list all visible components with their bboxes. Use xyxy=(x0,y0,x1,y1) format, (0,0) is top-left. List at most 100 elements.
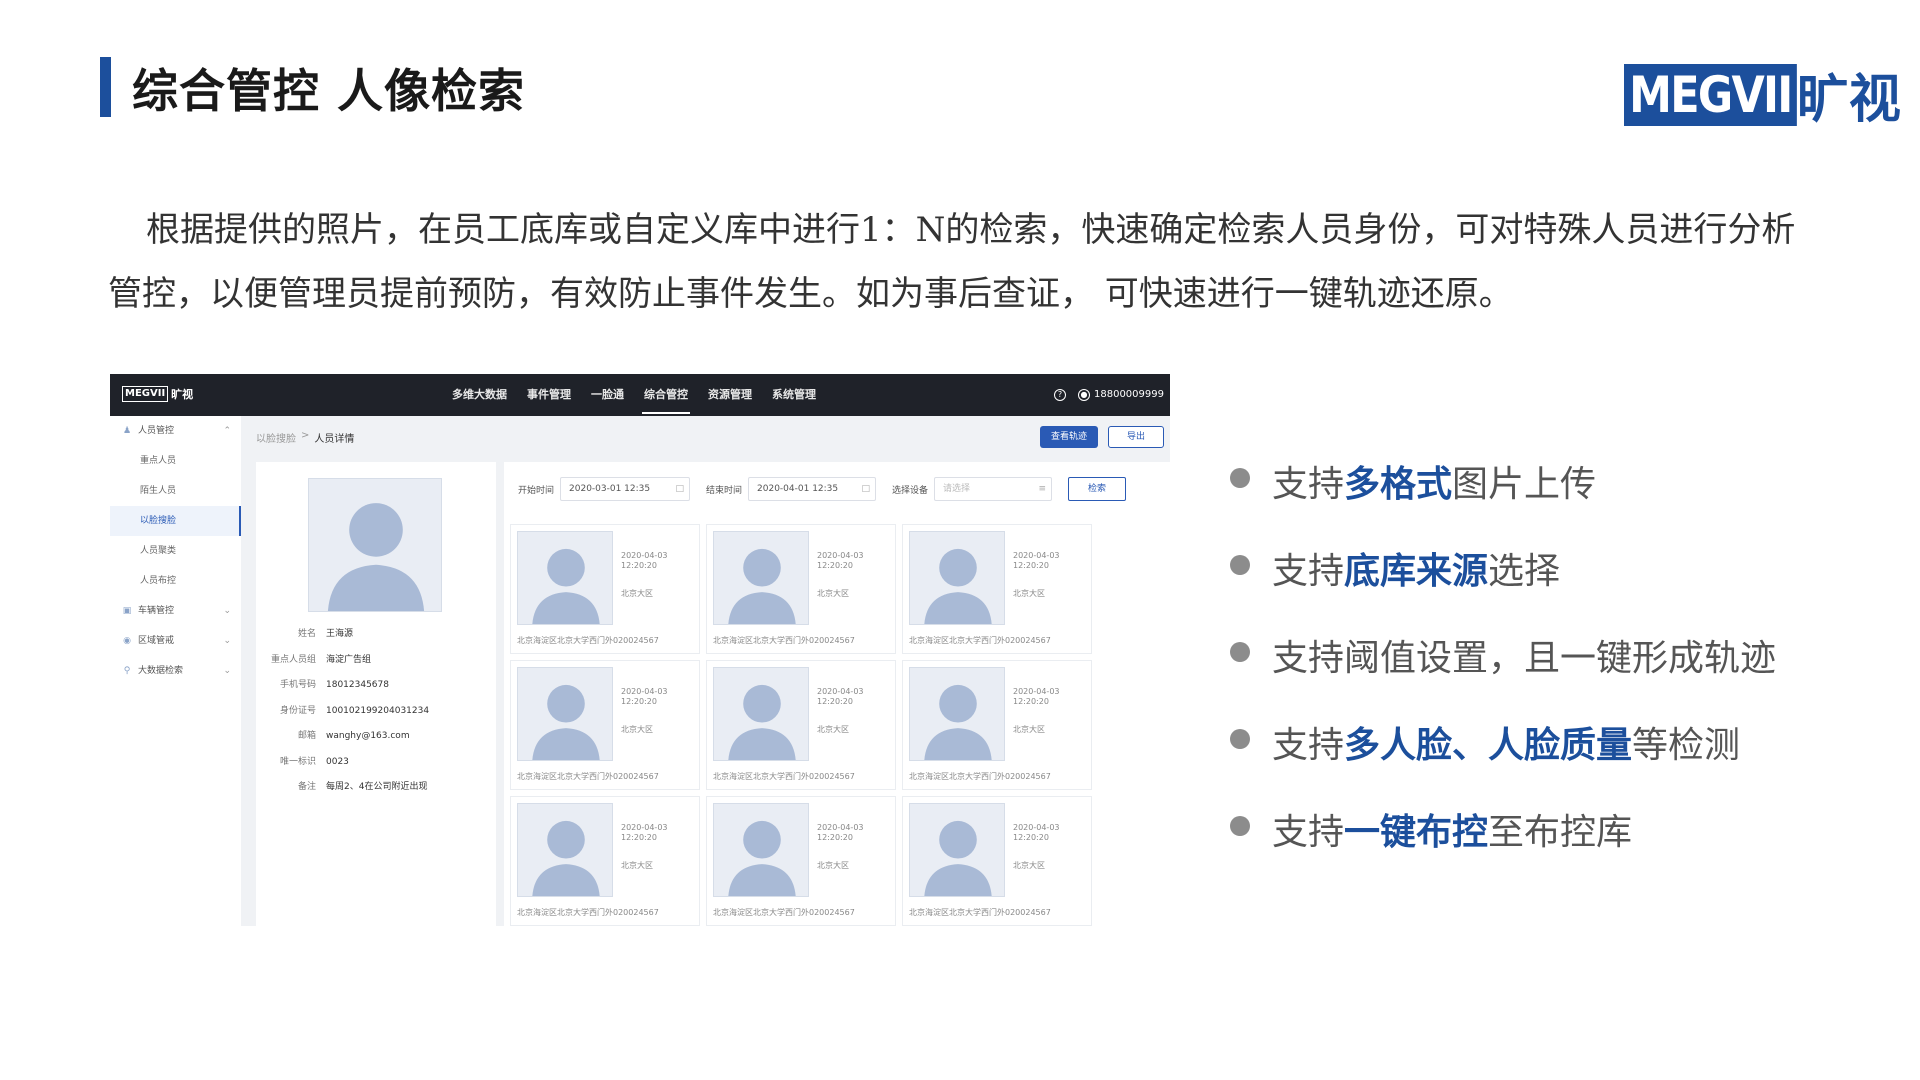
result-tile[interactable]: 2020-04-03 12:20:20 北京大区 北京海淀区北京大学西门外020024… xyxy=(510,660,700,790)
result-tile[interactable]: 2020-04-03 12:20:20 北京大区 北京海淀区北京大学西门外020024… xyxy=(706,660,896,790)
chevron-up-icon[interactable]: ⌃ xyxy=(223,416,231,446)
person-info-row: 唯一标识 0023 xyxy=(256,750,496,776)
face-thumbnail xyxy=(517,803,613,897)
nav-item[interactable]: 事件管理 xyxy=(517,374,581,416)
capture-meta: 2020-04-03 12:20:20 北京大区 xyxy=(1013,551,1089,599)
search-button[interactable]: 检索 xyxy=(1068,477,1127,501)
capture-date: 2020-04-03 xyxy=(621,823,668,832)
result-tile[interactable]: 2020-04-03 12:20:20 北京大区 北京海淀区北京大学西门外020024… xyxy=(902,660,1092,790)
capture-meta: 2020-04-03 12:20:20 北京大区 xyxy=(621,823,697,871)
start-time-label: 开始时间 xyxy=(518,485,555,496)
feature-item: 支持多人脸、人脸质量等检测 xyxy=(1230,716,1776,803)
capture-region: 北京大区 xyxy=(817,589,849,598)
face-thumbnail xyxy=(713,531,809,625)
result-tile[interactable]: 2020-04-03 12:20:20 北京大区北京海淀区北京大学西门外020024… xyxy=(902,524,1092,654)
face-thumbnail xyxy=(517,667,613,761)
chevron-down-icon[interactable]: ⌄ xyxy=(223,626,231,656)
result-tile[interactable]: 2020-04-03 12:20:20 北京大区北京海淀区北京大学西门外020024… xyxy=(510,796,700,926)
view-track-button[interactable]: 查看轨迹 xyxy=(1040,426,1098,448)
capture-region: 北京大区 xyxy=(621,861,653,870)
field-value: wanghy@163.com xyxy=(326,731,410,741)
question-icon[interactable]: ? xyxy=(1054,389,1066,401)
capture-address: 北京海淀区北京大学西门外020024567 xyxy=(909,772,1051,781)
face-thumbnail xyxy=(713,803,809,897)
nav-item[interactable]: 综合管控 xyxy=(634,374,698,416)
sidebar-item[interactable]: ♟ 人员管控 ⌃ xyxy=(110,416,241,446)
nav-item[interactable]: 资源管理 xyxy=(698,374,762,416)
field-value: 海淀广告组 xyxy=(326,654,372,665)
field-value: 100102199204031234 xyxy=(326,705,430,716)
feature-text: 支持多人脸、人脸质量等检测 xyxy=(1272,716,1740,768)
sidebar-item-label: 人员布控 xyxy=(140,576,177,586)
slide: 综合管控 人像检索 MEGVII 旷视 根据提供的照片，在员工底库或自定义库中进… xyxy=(0,0,1920,1080)
chevron-down-icon[interactable]: ⌄ xyxy=(223,656,231,686)
sidebar-item-label: 以脸搜脸 xyxy=(140,516,177,526)
feature-highlight: 多格式 xyxy=(1344,464,1453,505)
sidebar-item[interactable]: 陌生人员 xyxy=(110,476,241,506)
nav-item[interactable]: 多维大数据 xyxy=(442,374,517,416)
feature-text-part: 等检测 xyxy=(1632,725,1741,766)
face-thumbnail xyxy=(909,531,1005,625)
car-icon: ▣ xyxy=(122,606,132,616)
result-tile[interactable]: 2020-04-03 12:20:20 北京大区 北京海淀区北京大学西门外020024… xyxy=(510,524,700,654)
capture-address: 北京海淀区北京大学西门外020024567 xyxy=(517,636,659,645)
start-time-input[interactable]: 2020-03-01 12:35 □ xyxy=(560,477,691,501)
field-value: 王海源 xyxy=(326,629,354,639)
feature-text-part: 选择 xyxy=(1488,551,1561,592)
chevron-down-icon[interactable]: ⌄ xyxy=(223,596,231,626)
feature-list: 支持多格式图片上传 支持底库来源选择 支持阈值设置，且一键形成轨迹 支持多人脸、人脸质… xyxy=(1230,455,1776,890)
breadcrumb-parent[interactable]: 以脸搜脸 xyxy=(256,430,296,445)
end-time-input[interactable]: 2020-04-01 12:35 □ xyxy=(748,477,877,501)
sidebar-item[interactable]: 以脸搜脸 xyxy=(110,506,241,536)
capture-address: 北京海淀区北京大学西门外020024567 xyxy=(517,908,659,917)
field-label: 重点人员组 xyxy=(270,654,316,665)
device-label: 选择设备 xyxy=(892,485,929,496)
nav-menu: 多维大数据 事件管理 一脸通 综合管控 资源管理 系统管理 xyxy=(442,374,826,416)
capture-time: 12:20:20 xyxy=(1013,697,1049,706)
sidebar-item[interactable]: ⚲ 大数据检索 ⌄ xyxy=(110,656,241,686)
export-button[interactable]: 导出 xyxy=(1108,426,1164,448)
result-tile[interactable]: 2020-04-03 12:20:20 北京大区 北京海淀区北京大学西门外020024… xyxy=(706,524,896,654)
breadcrumb-separator: > xyxy=(301,430,310,441)
result-tile[interactable]: 2020-04-03 12:20:20 北京大区 北京海淀区北京大学西门外020024… xyxy=(902,796,1092,926)
bullet-icon xyxy=(1230,555,1250,575)
capture-address: 北京海淀区北京大学西门外020024567 xyxy=(909,636,1051,645)
end-time-label: 结束时间 xyxy=(706,485,743,496)
capture-date: 2020-04-03 xyxy=(817,823,864,832)
feature-text: 支持底库来源选择 xyxy=(1272,542,1560,594)
feature-text-part: 支持 xyxy=(1272,464,1345,505)
face-thumbnail xyxy=(713,667,809,761)
sidebar-item[interactable]: ▣ 车辆管控 ⌄ xyxy=(110,596,241,626)
sidebar-item[interactable]: 人员聚类 xyxy=(110,536,241,566)
capture-address: 北京海淀区北京大学西门外020024567 xyxy=(713,908,855,917)
nav-item[interactable]: 一脸通 xyxy=(581,374,634,416)
capture-date: 2020-04-03 xyxy=(1013,687,1060,696)
person-avatar xyxy=(308,478,442,612)
title-accent-bar xyxy=(100,57,111,117)
nav-right: ? ● 18800009999 xyxy=(1054,374,1164,416)
result-tile[interactable]: 2020-04-03 12:20:20 北京大区北京海淀区北京大学西门外020024… xyxy=(706,796,896,926)
field-label: 手机号码 xyxy=(279,680,316,690)
feature-item: 支持阈值设置，且一键形成轨迹 xyxy=(1230,629,1776,716)
capture-meta: 2020-04-03 12:20:20 北京大区 xyxy=(817,551,893,599)
nav-logo[interactable]: MEGVII 旷视 xyxy=(122,386,193,402)
user-menu[interactable]: ● 18800009999 xyxy=(1078,374,1164,416)
sidebar-item[interactable]: 人员布控 xyxy=(110,566,241,596)
capture-meta: 2020-04-03 12:20:20 北京大区 xyxy=(621,687,697,735)
sidebar-item-label: 大数据检索 xyxy=(138,666,184,676)
capture-meta: 2020-04-03 12:20:20 北京大区 xyxy=(817,823,893,871)
person-info-row: 重点人员组 海淀广告组 xyxy=(256,648,496,674)
device-placeholder: 请选择 xyxy=(943,484,971,494)
field-label: 身份证号 xyxy=(279,705,316,716)
sidebar-item[interactable]: ◉ 区域管戒 ⌄ xyxy=(110,626,241,656)
filter-bar: 开始时间 2020-03-01 12:35 □ 结束时间 2020-04-01 … xyxy=(504,462,1170,516)
capture-time: 12:20:20 xyxy=(1013,833,1049,842)
feature-text-part: 支持 xyxy=(1272,551,1345,592)
nav-item[interactable]: 系统管理 xyxy=(762,374,826,416)
sidebar-item[interactable]: 重点人员 xyxy=(110,446,241,476)
field-label: 姓名 xyxy=(297,629,316,639)
device-select[interactable]: 请选择 ≡ xyxy=(934,477,1053,501)
sidebar-item-label: 车辆管控 xyxy=(138,606,175,616)
capture-date: 2020-04-03 xyxy=(621,687,668,696)
sidebar: ♟ 人员管控 ⌃ 重点人员 陌生人员 以脸搜脸 人员聚类 人员布控 ▣ 车辆管控 ⌄ ◉ 区域管戒 ⌄ ⚲ 大… xyxy=(110,416,241,926)
